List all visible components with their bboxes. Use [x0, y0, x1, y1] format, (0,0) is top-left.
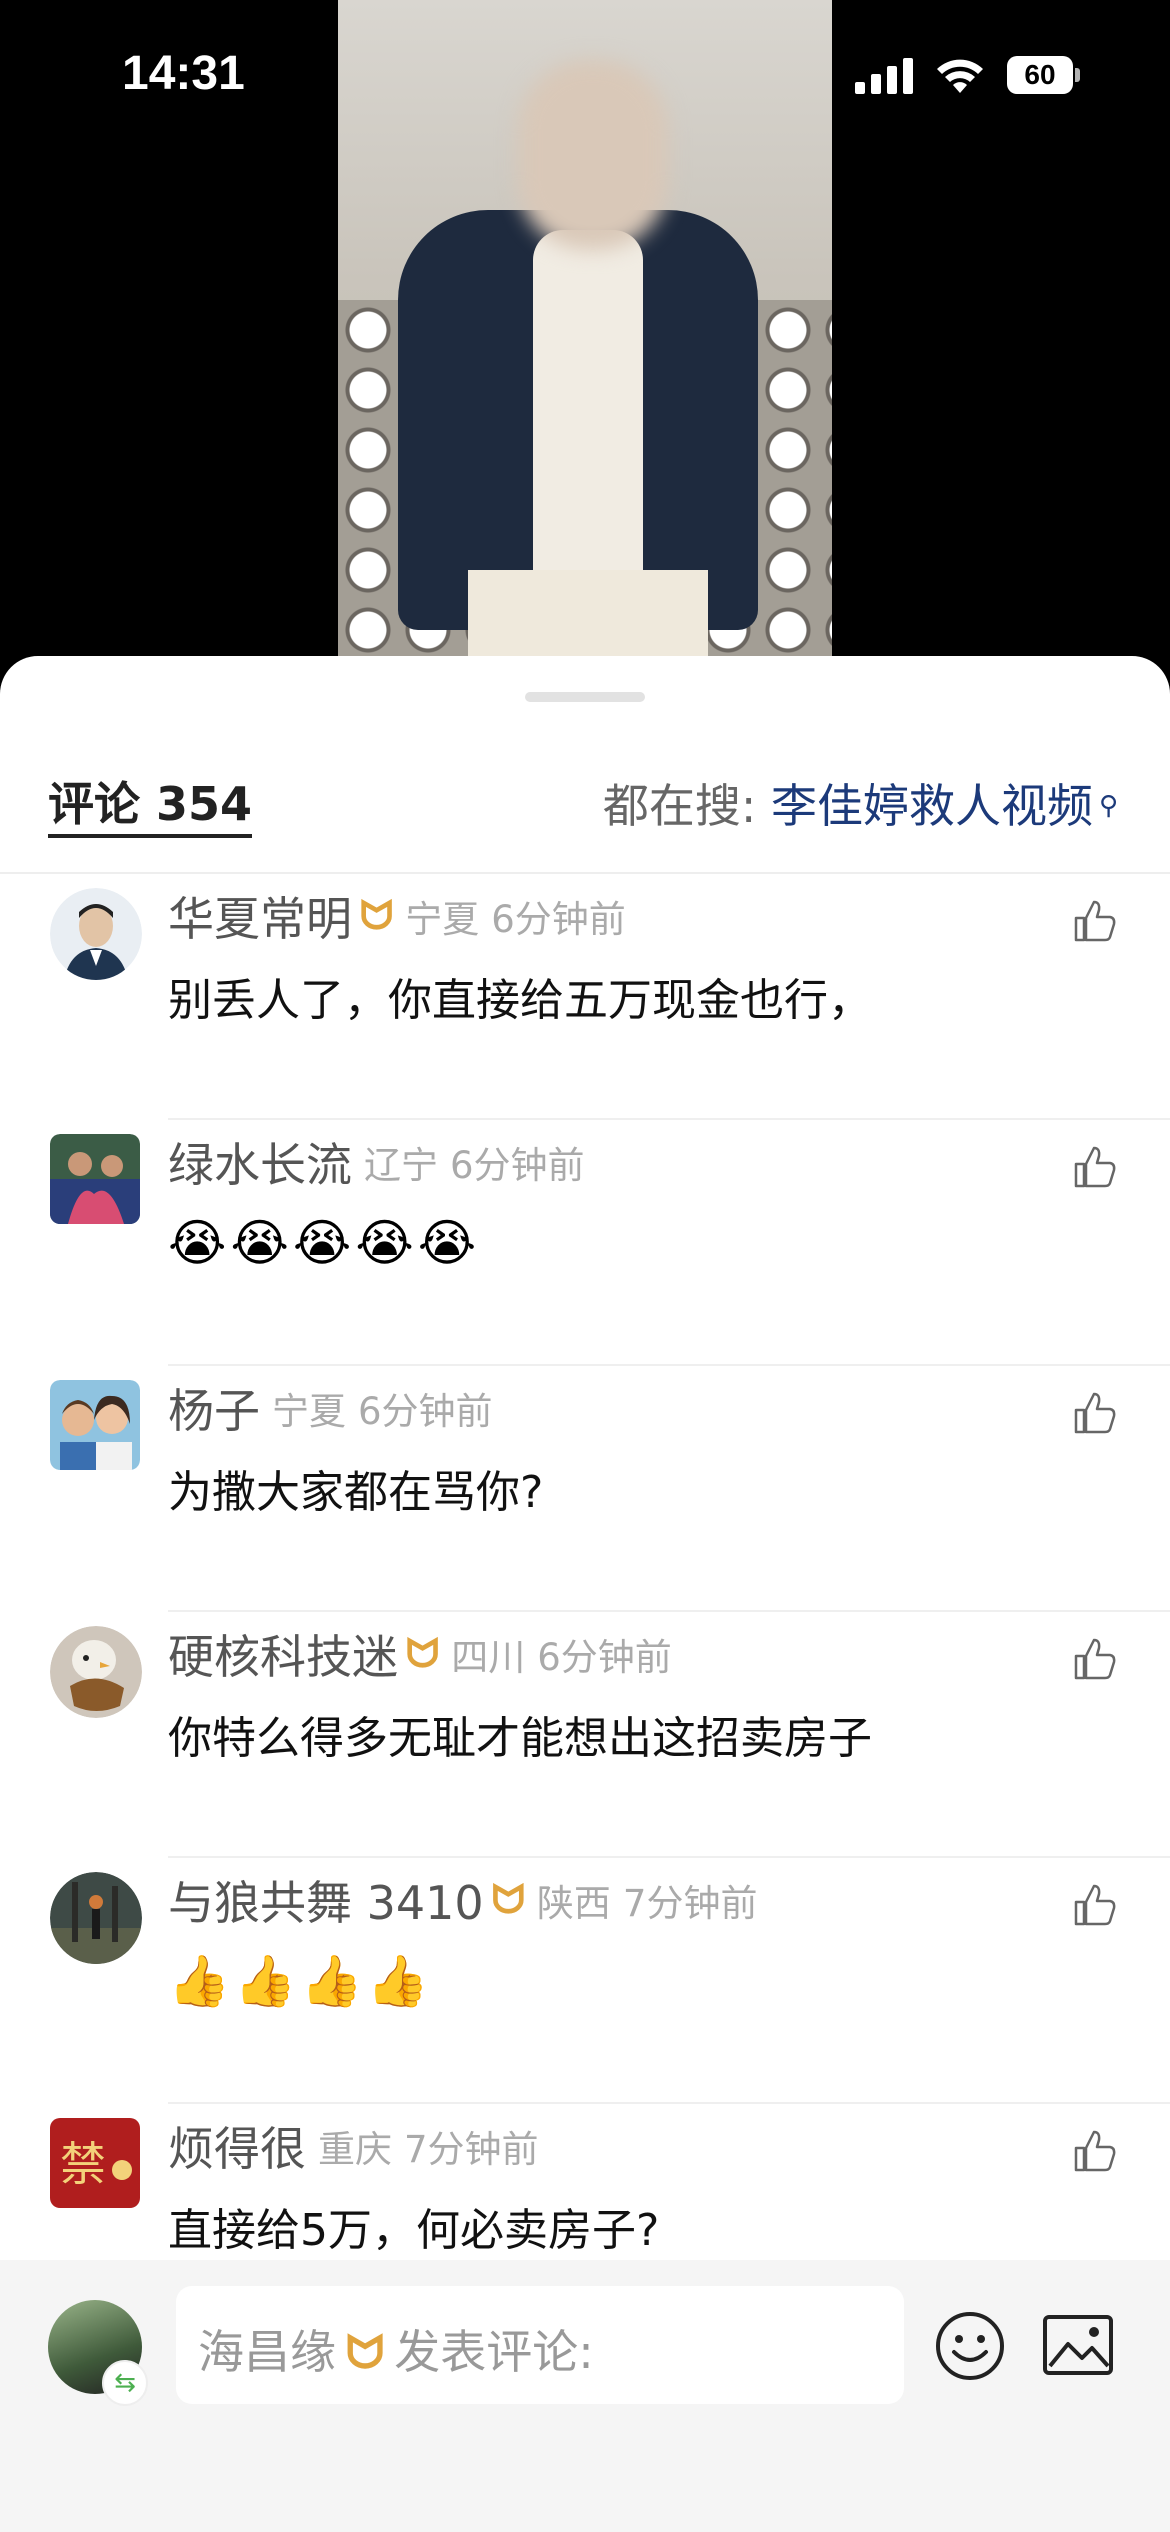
comment-author[interactable]: 杨子	[168, 1375, 260, 1441]
comment-author[interactable]: 绿水长流	[168, 1129, 352, 1195]
comment-composer-bar: ⇆ 海昌缘 ᗢ 发表评论:	[0, 2260, 1170, 2532]
avatar[interactable]	[50, 1626, 142, 1718]
comment-meta-row: 华夏常明 ᗢ 宁夏 6分钟前	[168, 886, 626, 946]
search-icon: ⚲	[1098, 791, 1118, 821]
thumbs-up-icon[interactable]	[1072, 1636, 1118, 1682]
comment-region: 宁夏	[405, 898, 480, 941]
avatar[interactable]: 禁	[50, 2118, 140, 2208]
avatar[interactable]	[50, 1872, 142, 1964]
comment-item[interactable]: 绿水长流 辽宁 6分钟前 😭 😭 😭 😭 😭	[0, 1120, 1170, 1366]
wifi-icon	[937, 59, 983, 93]
comment-time: 6分钟前	[450, 1144, 585, 1187]
thumbs-up-icon[interactable]	[1072, 1144, 1118, 1190]
comment-text: 你特么得多无耻才能想出这招卖房子	[168, 1713, 872, 1764]
comment-region: 重庆	[318, 2128, 392, 2171]
vip-badge-icon: ᗢ	[360, 893, 394, 939]
comment-author[interactable]: 烦得很	[168, 2113, 306, 2179]
comment-item[interactable]: 与狼共舞 3410 ᗢ 陕西 7分钟前 👍 👍 👍 👍	[0, 1858, 1170, 2104]
comment-meta-row: 杨子 宁夏 6分钟前	[168, 1378, 493, 1438]
comment-time: 6分钟前	[537, 1636, 672, 1679]
crying-emoji-icon: 😭	[417, 1214, 477, 1272]
trending-search-term[interactable]: 李佳婷救人视频	[771, 779, 1093, 833]
comment-header: 评论 354 都在搜: 李佳婷救人视频 ⚲	[0, 756, 1170, 856]
battery-level: 60	[1024, 59, 1056, 90]
image-upload-icon[interactable]	[1042, 2314, 1114, 2376]
avatar-glyph: 禁	[60, 2137, 106, 2191]
trending-search-label: 都在搜:	[602, 779, 757, 833]
thumbs-up-icon[interactable]	[1072, 1882, 1118, 1928]
comment-region: 陕西	[536, 1882, 611, 1925]
comment-meta-row: 硬核科技迷 ᗢ 四川 6分钟前	[168, 1624, 672, 1684]
comment-region: 宁夏	[272, 1390, 346, 1433]
thumbs-up-emoji-icon: 👍	[366, 1952, 430, 2010]
avatar[interactable]	[50, 888, 142, 980]
thumbs-up-icon[interactable]	[1072, 2128, 1118, 2174]
trending-search-link[interactable]: 都在搜: 李佳婷救人视频 ⚲	[603, 778, 1118, 834]
comment-meta-row: 烦得很 重庆 7分钟前	[168, 2116, 539, 2176]
comment-emoji-row: 😭 😭 😭 😭 😭	[168, 1214, 476, 1272]
crying-emoji-icon: 😭	[355, 1214, 414, 1272]
vip-badge-icon: ᗢ	[406, 1631, 440, 1677]
comment-time: 6分钟前	[491, 898, 626, 941]
thumbs-up-icon[interactable]	[1072, 1390, 1118, 1436]
composer-placeholder: 发表评论:	[394, 2325, 594, 2379]
thumbs-up-emoji-icon: 👍	[300, 1952, 363, 2010]
comment-list[interactable]: 华夏常明 ᗢ 宁夏 6分钟前 别丢人了，你直接给五万现金也行， 绿水长流 辽宁 …	[0, 874, 1170, 2350]
comment-region: 辽宁	[364, 1144, 438, 1187]
vip-badge-icon: ᗢ	[346, 2325, 385, 2379]
thumbs-up-icon[interactable]	[1072, 898, 1118, 944]
avatar[interactable]	[50, 1380, 140, 1470]
comment-text: 别丢人了，你直接给五万现金也行，	[168, 975, 872, 1026]
comment-time: 7分钟前	[404, 2128, 539, 2171]
comment-meta-row: 与狼共舞 3410 ᗢ 陕西 7分钟前	[168, 1870, 757, 1930]
avatar[interactable]	[50, 1134, 140, 1224]
comment-input-placeholder: 海昌缘 ᗢ 发表评论:	[198, 2316, 594, 2382]
comment-time: 7分钟前	[622, 1882, 758, 1925]
battery-icon: 60	[1007, 56, 1081, 94]
comment-item[interactable]: 杨子 宁夏 6分钟前 为撒大家都在骂你?	[0, 1366, 1170, 1612]
comment-meta-row: 绿水长流 辽宁 6分钟前	[168, 1132, 585, 1192]
thumbs-up-emoji-icon: 👍	[234, 1952, 297, 2010]
composer-username: 海昌缘	[198, 2325, 336, 2379]
comment-author[interactable]: 硬核科技迷	[168, 1621, 398, 1687]
vip-badge-icon: ᗢ	[491, 1877, 525, 1923]
sheet-drag-handle[interactable]	[525, 692, 645, 702]
cellular-signal-icon	[855, 58, 913, 94]
comment-text: 为撒大家都在骂你?	[168, 1467, 544, 1518]
comment-item[interactable]: 硬核科技迷 ᗢ 四川 6分钟前 你特么得多无耻才能想出这招卖房子	[0, 1612, 1170, 1858]
comment-text: 直接给5万，何必卖房子?	[168, 2205, 660, 2256]
comment-time: 6分钟前	[358, 1390, 493, 1433]
switch-account-icon[interactable]: ⇆	[102, 2360, 148, 2406]
status-time: 14:31	[122, 47, 245, 100]
comment-item[interactable]: 华夏常明 ᗢ 宁夏 6分钟前 别丢人了，你直接给五万现金也行，	[0, 874, 1170, 1120]
thumbs-up-emoji-icon: 👍	[168, 1952, 231, 2010]
status-bar: 14:31 60	[0, 0, 1170, 150]
comment-region: 四川	[451, 1636, 526, 1679]
crying-emoji-icon: 😭	[230, 1214, 289, 1272]
comment-author[interactable]: 与狼共舞 3410	[168, 1867, 484, 1933]
comment-author[interactable]: 华夏常明	[168, 883, 352, 949]
crying-emoji-icon: 😭	[292, 1214, 352, 1272]
comments-count-tab[interactable]: 评论 354	[48, 778, 253, 838]
comment-input[interactable]: 海昌缘 ᗢ 发表评论:	[176, 2286, 904, 2404]
comment-emoji-row: 👍 👍 👍 👍	[168, 1952, 429, 2011]
comment-sheet: 评论 354 都在搜: 李佳婷救人视频 ⚲ 华夏常明 ᗢ 宁夏 6分钟前 别丢人了…	[0, 656, 1170, 2532]
crying-emoji-icon: 😭	[168, 1214, 227, 1272]
emoji-picker-icon[interactable]	[934, 2310, 1006, 2382]
